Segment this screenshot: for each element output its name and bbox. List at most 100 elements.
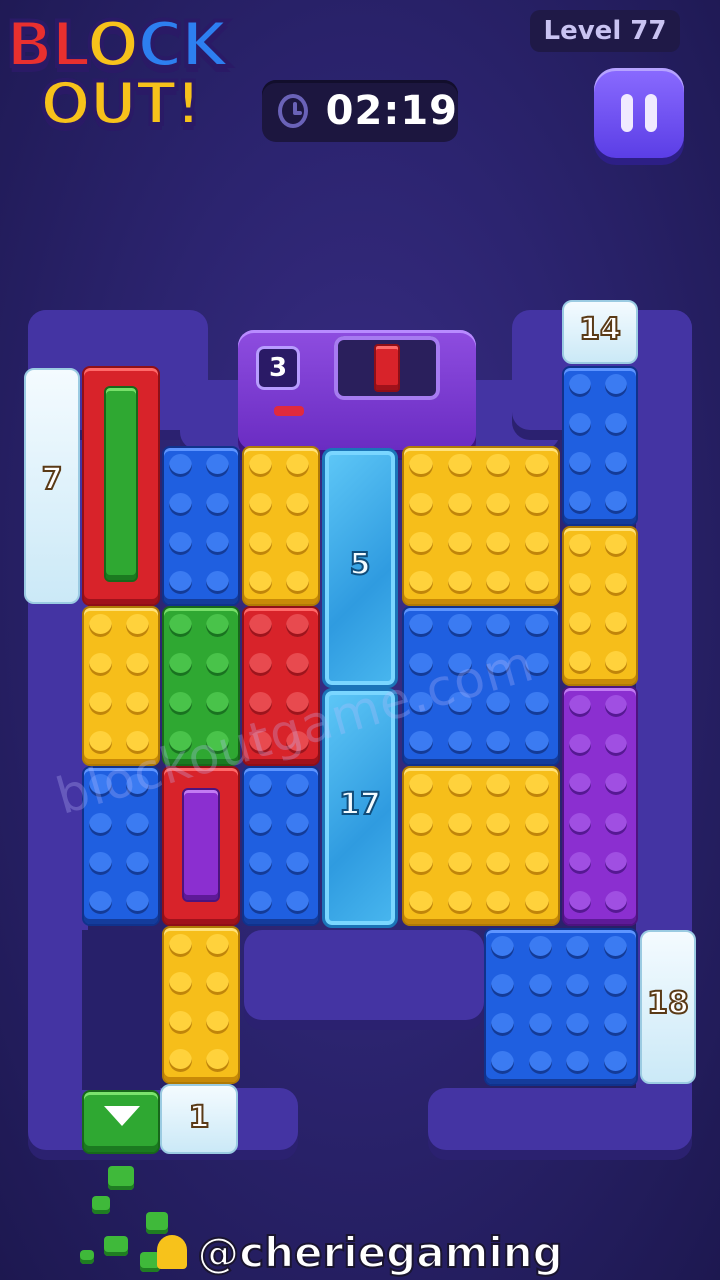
lego-stud — [566, 935, 590, 959]
game-logo: BLOCK OUT! — [4, 8, 231, 139]
brick-yellow[interactable] — [162, 926, 240, 1084]
lego-stud — [568, 733, 592, 757]
lego-stud — [447, 851, 472, 876]
lego-stud — [206, 653, 229, 676]
brick-blue[interactable] — [162, 446, 240, 606]
brick-red-vertical[interactable] — [82, 366, 160, 606]
lego-stud — [568, 694, 592, 717]
lego-stud — [528, 935, 552, 959]
brick-blue[interactable] — [242, 766, 320, 926]
lego-stud — [447, 613, 472, 638]
lego-stud — [524, 773, 549, 798]
lego-stud — [286, 653, 309, 676]
lego-stud — [528, 1012, 552, 1036]
pause-button[interactable] — [594, 68, 684, 158]
green-cube-particle — [92, 1196, 110, 1214]
lego-stud — [409, 812, 434, 837]
lego-stud — [447, 730, 472, 755]
lego-stud — [89, 731, 112, 754]
lego-stud — [409, 453, 434, 478]
lego-stud — [447, 531, 472, 556]
lego-stud — [286, 813, 309, 836]
lego-stud — [604, 651, 628, 674]
lego-stud — [447, 492, 472, 517]
logo-out-text: OUT! — [38, 69, 204, 139]
lego-stud — [89, 692, 112, 715]
lego-stud — [568, 413, 592, 436]
lego-stud — [524, 691, 549, 716]
lego-stud — [409, 890, 434, 915]
brick-yellow[interactable] — [242, 446, 320, 606]
lego-stud — [568, 891, 592, 914]
lego-stud — [491, 974, 515, 998]
lego-stud — [249, 852, 272, 875]
brick-blue[interactable] — [562, 366, 638, 526]
lego-stud — [249, 493, 272, 516]
lego-stud — [568, 374, 592, 397]
timer-value: 02:19 — [325, 88, 458, 134]
lego-stud — [206, 1049, 229, 1073]
lego-stud — [604, 374, 628, 397]
lego-stud — [568, 491, 592, 514]
lego-stud — [486, 890, 511, 915]
lego-stud — [528, 1051, 552, 1075]
lego-stud — [126, 852, 149, 875]
lego-stud — [528, 974, 552, 998]
lego-stud — [249, 614, 272, 637]
brick-yellow-large[interactable] — [402, 766, 560, 926]
lego-stud — [604, 413, 628, 436]
snow-block-right[interactable]: 18 — [640, 930, 696, 1084]
lego-stud — [524, 851, 549, 876]
lego-stud — [447, 453, 472, 478]
lego-stud — [604, 452, 628, 475]
lego-stud — [169, 571, 192, 594]
lego-stud — [486, 773, 511, 798]
snow-block-left[interactable]: 7 — [24, 368, 80, 604]
brick-purple[interactable] — [562, 686, 638, 926]
lego-stud — [169, 532, 192, 555]
pause-icon — [621, 94, 633, 132]
creator-handle: @cheriegaming — [0, 1227, 720, 1278]
lego-stud — [603, 935, 627, 959]
lego-stud — [89, 891, 112, 914]
lego-stud — [524, 812, 549, 837]
lego-stud — [409, 613, 434, 638]
lego-stud — [604, 851, 628, 875]
lego-stud — [486, 531, 511, 556]
lego-stud — [206, 454, 229, 477]
lego-stud — [286, 614, 309, 637]
lego-stud — [603, 1012, 627, 1036]
lego-stud — [249, 891, 272, 914]
lego-stud — [409, 492, 434, 517]
lego-stud — [89, 852, 112, 875]
snow-block-bottom[interactable]: 1 — [160, 1084, 238, 1154]
lego-stud — [89, 653, 112, 676]
lego-stud — [126, 692, 149, 715]
lego-stud — [566, 1051, 590, 1075]
lego-stud — [491, 1051, 515, 1075]
brick-yellow-large[interactable] — [402, 446, 560, 606]
lego-stud — [286, 571, 309, 594]
lego-stud — [524, 531, 549, 556]
snow-block-top-right[interactable]: 14 — [562, 300, 638, 364]
lego-stud — [409, 730, 434, 755]
lego-stud — [206, 933, 229, 957]
lego-stud — [603, 974, 627, 998]
brick-blue-large[interactable] — [484, 928, 638, 1086]
lego-stud — [169, 454, 192, 477]
lego-stud — [603, 1051, 627, 1075]
lego-stud — [249, 532, 272, 555]
ice-block-upper[interactable]: 5 — [322, 448, 398, 688]
color-machine: 3 — [238, 330, 476, 450]
lego-stud — [169, 933, 192, 957]
lego-stud — [524, 453, 549, 478]
lego-stud — [568, 534, 592, 557]
lego-stud — [286, 774, 309, 797]
bell-icon — [157, 1234, 188, 1269]
lego-stud — [206, 493, 229, 516]
lego-stud — [169, 692, 192, 715]
lego-stud — [447, 812, 472, 837]
lego-stud — [286, 532, 309, 555]
timer: 02:19 — [262, 80, 458, 142]
lego-stud — [491, 935, 515, 959]
